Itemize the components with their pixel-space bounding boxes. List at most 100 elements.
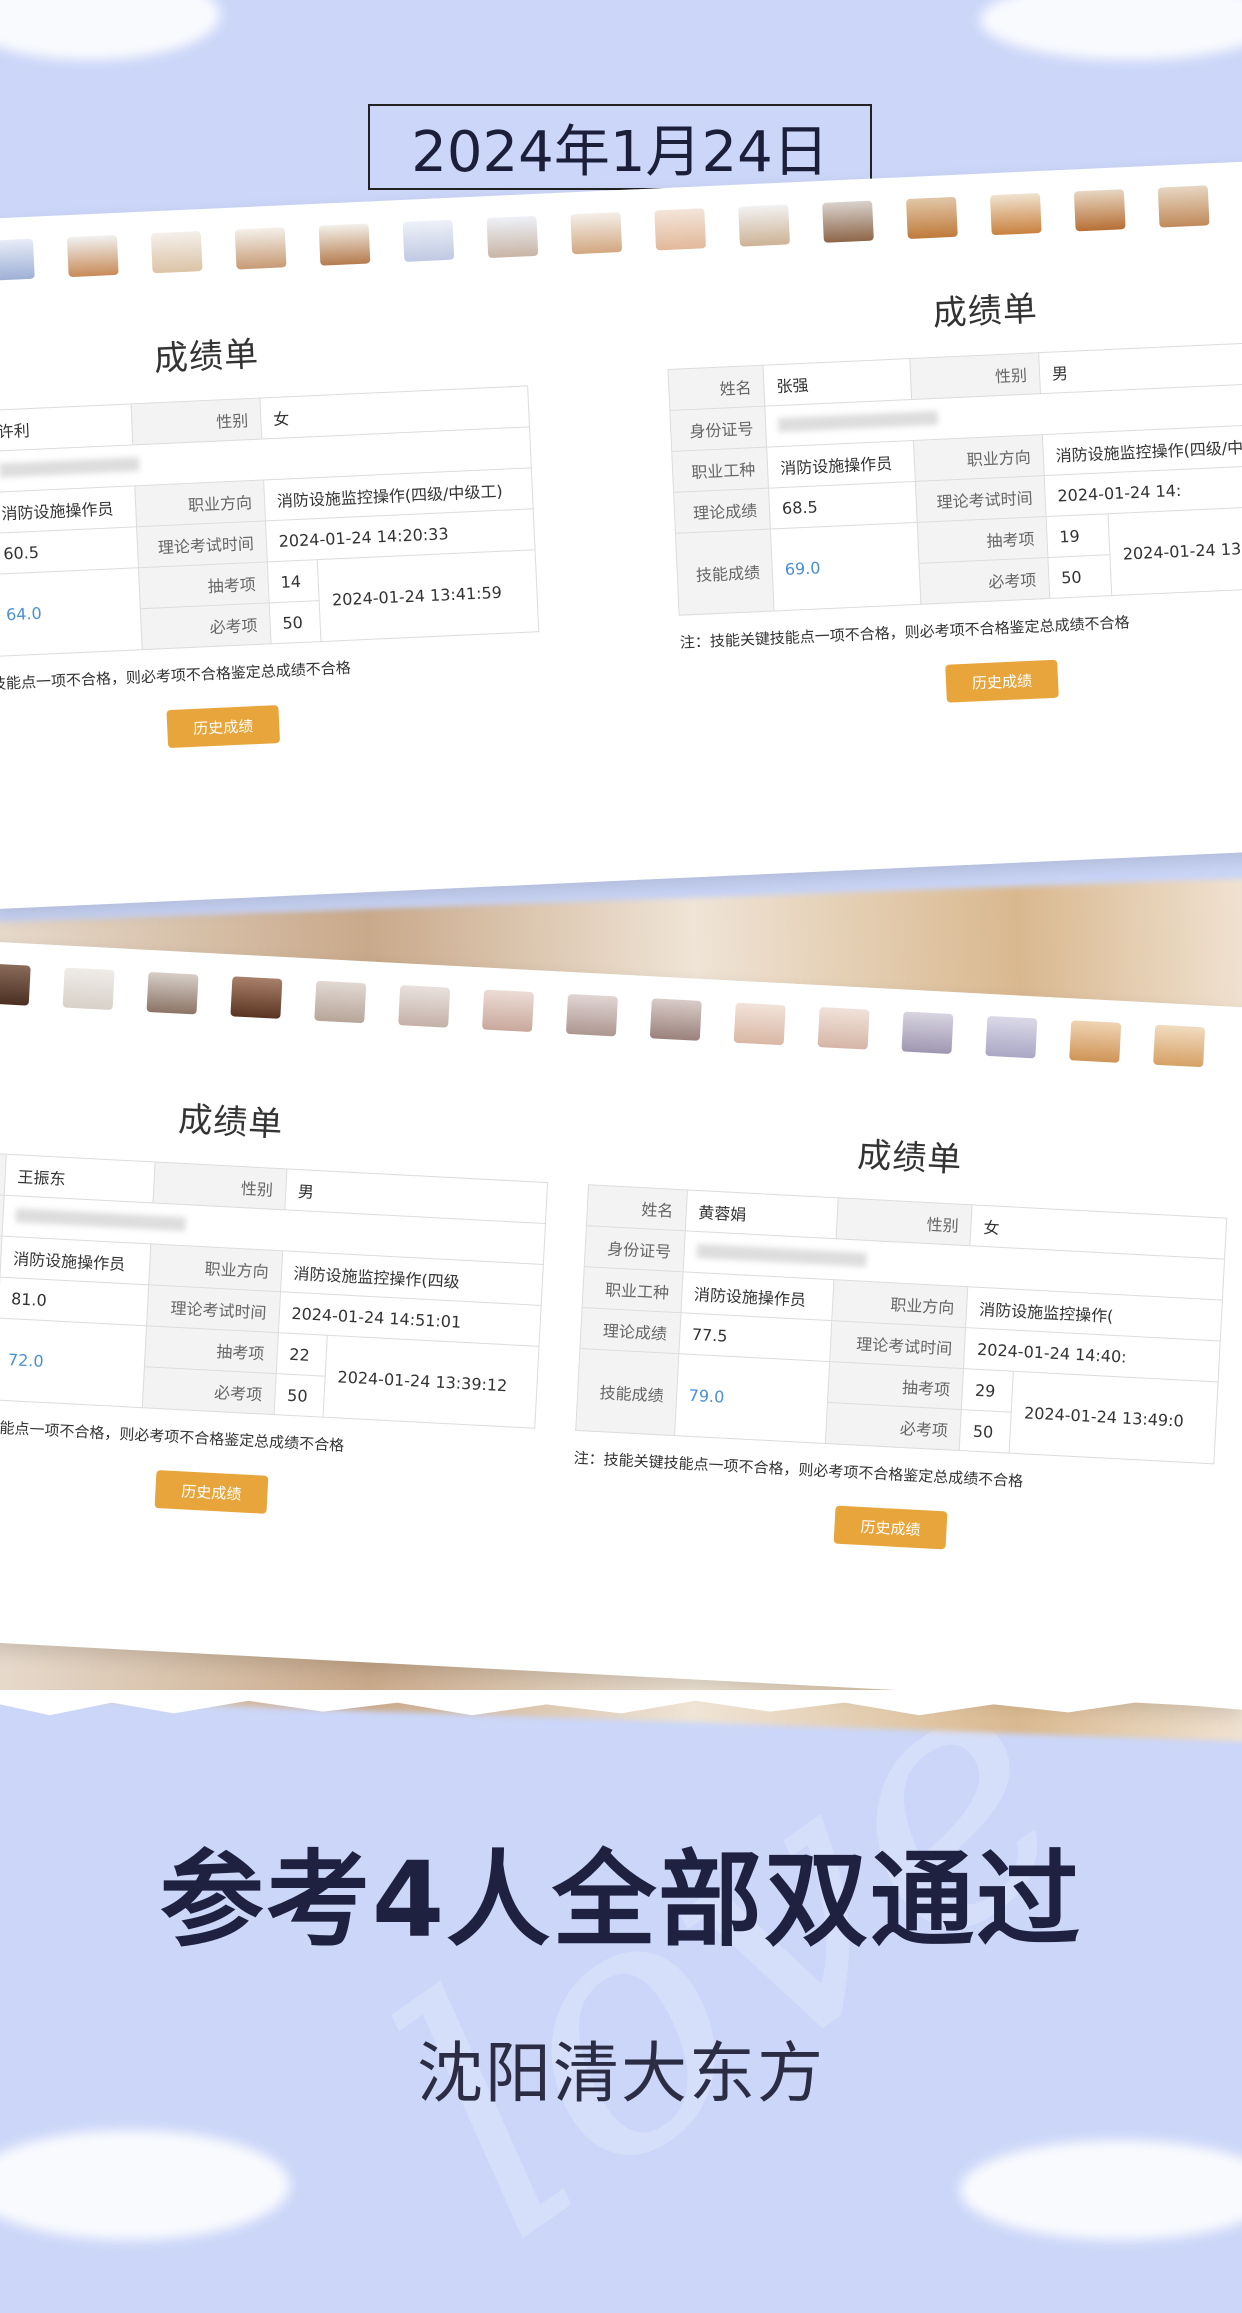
gender-label: 性别	[130, 398, 262, 445]
film-strip-bottom: 成绩单 姓名 王振东 性别 男 身份证号 职业工种 消防设施操作员 职业方向 消…	[0, 940, 1242, 1709]
sheet-title: 成绩单	[856, 1135, 964, 1181]
random-items-value: 22	[275, 1332, 328, 1377]
headline: 参考4人全部双通过	[159, 1839, 1083, 1961]
score-table: 姓名 张强 性别 男 身份证号 职业工种 消防设施操作员 职业方向 消防设施监控…	[667, 340, 1242, 616]
random-items-label: 抽考项	[144, 1325, 278, 1374]
skill-score-value: 72.0	[0, 1317, 147, 1408]
job-direction-label: 职业方向	[134, 480, 266, 527]
required-items-label: 必考项	[139, 602, 271, 650]
film-hole	[570, 212, 623, 255]
film-hole	[1069, 1020, 1122, 1063]
skill-time-value: 2024-01-24 13:	[1108, 504, 1242, 596]
film-hole	[0, 238, 35, 281]
film-hole	[1153, 1024, 1206, 1068]
score-table: 姓名 王振东 性别 男 身份证号 职业工种 消防设施操作员 职业方向 消防设施监…	[0, 1149, 548, 1429]
film-hole	[649, 998, 702, 1041]
film-hole	[565, 993, 618, 1037]
required-items-value: 50	[269, 600, 322, 644]
required-items-label: 必考项	[142, 1366, 276, 1415]
score-table: 姓名 黄蓉娟 性别 女 身份证号 职业工种 消防设施操作员 职业方向 消防设施监…	[575, 1184, 1227, 1464]
history-scores-button[interactable]: 历史成绩	[154, 1470, 269, 1514]
film-hole	[230, 976, 283, 1019]
job-type-label: 职业工种	[582, 1266, 683, 1313]
film-hole	[62, 967, 115, 1011]
score-sheet: 成绩单 姓名 许利 性别 女 身份证号 职业工种 消防设施操作员 职业方向 消防…	[0, 314, 544, 760]
theory-time-label: 理论考试时间	[914, 475, 1046, 523]
film-hole	[822, 200, 874, 243]
required-items-value: 50	[1047, 554, 1113, 599]
film-hole	[654, 208, 707, 251]
film-hole	[733, 1002, 786, 1046]
skill-score-label: 技能成绩	[575, 1348, 679, 1436]
theory-score-label: 理论成绩	[673, 488, 771, 534]
score-sheet: 成绩单 姓名 黄蓉娟 性别 女 身份证号 职业工种 消防设施操作员 职业方向 消…	[570, 1113, 1231, 1563]
cloud-decoration	[960, 2140, 1242, 2240]
film-hole	[1157, 185, 1210, 228]
job-direction-label: 职业方向	[832, 1279, 968, 1328]
required-items-label: 必考项	[918, 557, 1050, 605]
sheet-title: 成绩单	[177, 1099, 285, 1146]
history-scores-button[interactable]: 历史成绩	[945, 659, 1059, 703]
job-direction-label: 职业方向	[913, 434, 1045, 482]
film-hole	[1073, 189, 1126, 232]
film-hole	[398, 985, 451, 1028]
id-label: 身份证号	[669, 406, 767, 452]
film-hole	[0, 963, 31, 1006]
random-items-value: 19	[1045, 513, 1111, 558]
film-hole	[314, 980, 367, 1024]
id-label: 身份证号	[584, 1225, 685, 1272]
score-sheet: 成绩单 姓名 王振东 性别 男 身份证号 职业工种 消防设施操作员 职业方向 消…	[0, 1078, 552, 1528]
theory-time-label: 理论考试时间	[136, 520, 268, 568]
skill-time-value: 2024-01-24 13:49:0	[1009, 1371, 1219, 1464]
theory-score-value: 68.5	[768, 481, 917, 530]
job-type-value: 消防设施操作员	[0, 485, 137, 534]
skill-score-value: 79.0	[674, 1353, 830, 1444]
skill-score-value: 69.0	[770, 522, 921, 611]
history-scores-button[interactable]: 历史成绩	[833, 1505, 948, 1550]
cloud-decoration	[0, 2130, 290, 2240]
random-items-label: 抽考项	[827, 1361, 964, 1410]
film-hole	[146, 971, 199, 1015]
skill-time-value: 2024-01-24 13:39:12	[322, 1335, 540, 1429]
skill-score-value: 64.0	[0, 567, 142, 657]
required-items-label: 必考项	[825, 1402, 962, 1451]
film-sprocket-holes	[0, 182, 1242, 290]
film-hole	[402, 219, 455, 262]
film-hole	[486, 215, 539, 259]
cloud-decoration	[0, 0, 220, 60]
theory-score-value: 60.5	[0, 526, 139, 575]
random-items-label: 抽考项	[138, 561, 270, 609]
film-hole	[234, 227, 287, 270]
required-items-value: 50	[273, 1373, 326, 1418]
score-sheet: 成绩单 姓名 张强 性别 男 身份证号 职业工种 消防设施操作员 职业方向 消防…	[664, 269, 1242, 715]
history-scores-button[interactable]: 历史成绩	[166, 705, 281, 749]
film-hole	[482, 989, 535, 1033]
film-hole	[817, 1007, 870, 1050]
random-items-label: 抽考项	[916, 516, 1048, 564]
name-label: 姓名	[586, 1184, 687, 1231]
film-hole	[738, 204, 790, 247]
name-value: 许利	[0, 403, 133, 452]
film-hole	[318, 223, 371, 266]
film-hole	[66, 234, 119, 278]
name-label: 姓名	[668, 365, 765, 411]
theory-time-label: 理论考试时间	[146, 1284, 281, 1333]
sheet-title: 成绩单	[153, 334, 260, 380]
film-hole	[989, 192, 1042, 236]
name-value: 张强	[763, 358, 912, 407]
score-table: 姓名 许利 性别 女 身份证号 职业工种 消防设施操作员 职业方向 消防设施监控…	[0, 385, 539, 661]
random-items-value: 14	[267, 559, 320, 603]
gender-label: 性别	[909, 352, 1041, 400]
date-label: 2024年1月24日	[368, 104, 872, 190]
theory-score-label: 理论成绩	[579, 1307, 681, 1354]
cloud-decoration	[980, 0, 1242, 60]
sheet-title: 成绩单	[931, 289, 1039, 334]
job-type-label: 职业工种	[671, 447, 769, 493]
film-hole	[901, 1011, 954, 1055]
film-hole	[906, 196, 958, 240]
film-hole	[150, 231, 203, 274]
gender-label: 性别	[836, 1197, 973, 1246]
subtitle: 沈阳清大东方	[417, 2035, 825, 2112]
job-type-value: 消防设施操作员	[766, 440, 915, 489]
rule-note: 注：技能关键技能点一项不合格，则必考项不合格鉴定总成绩不合格	[0, 658, 352, 698]
